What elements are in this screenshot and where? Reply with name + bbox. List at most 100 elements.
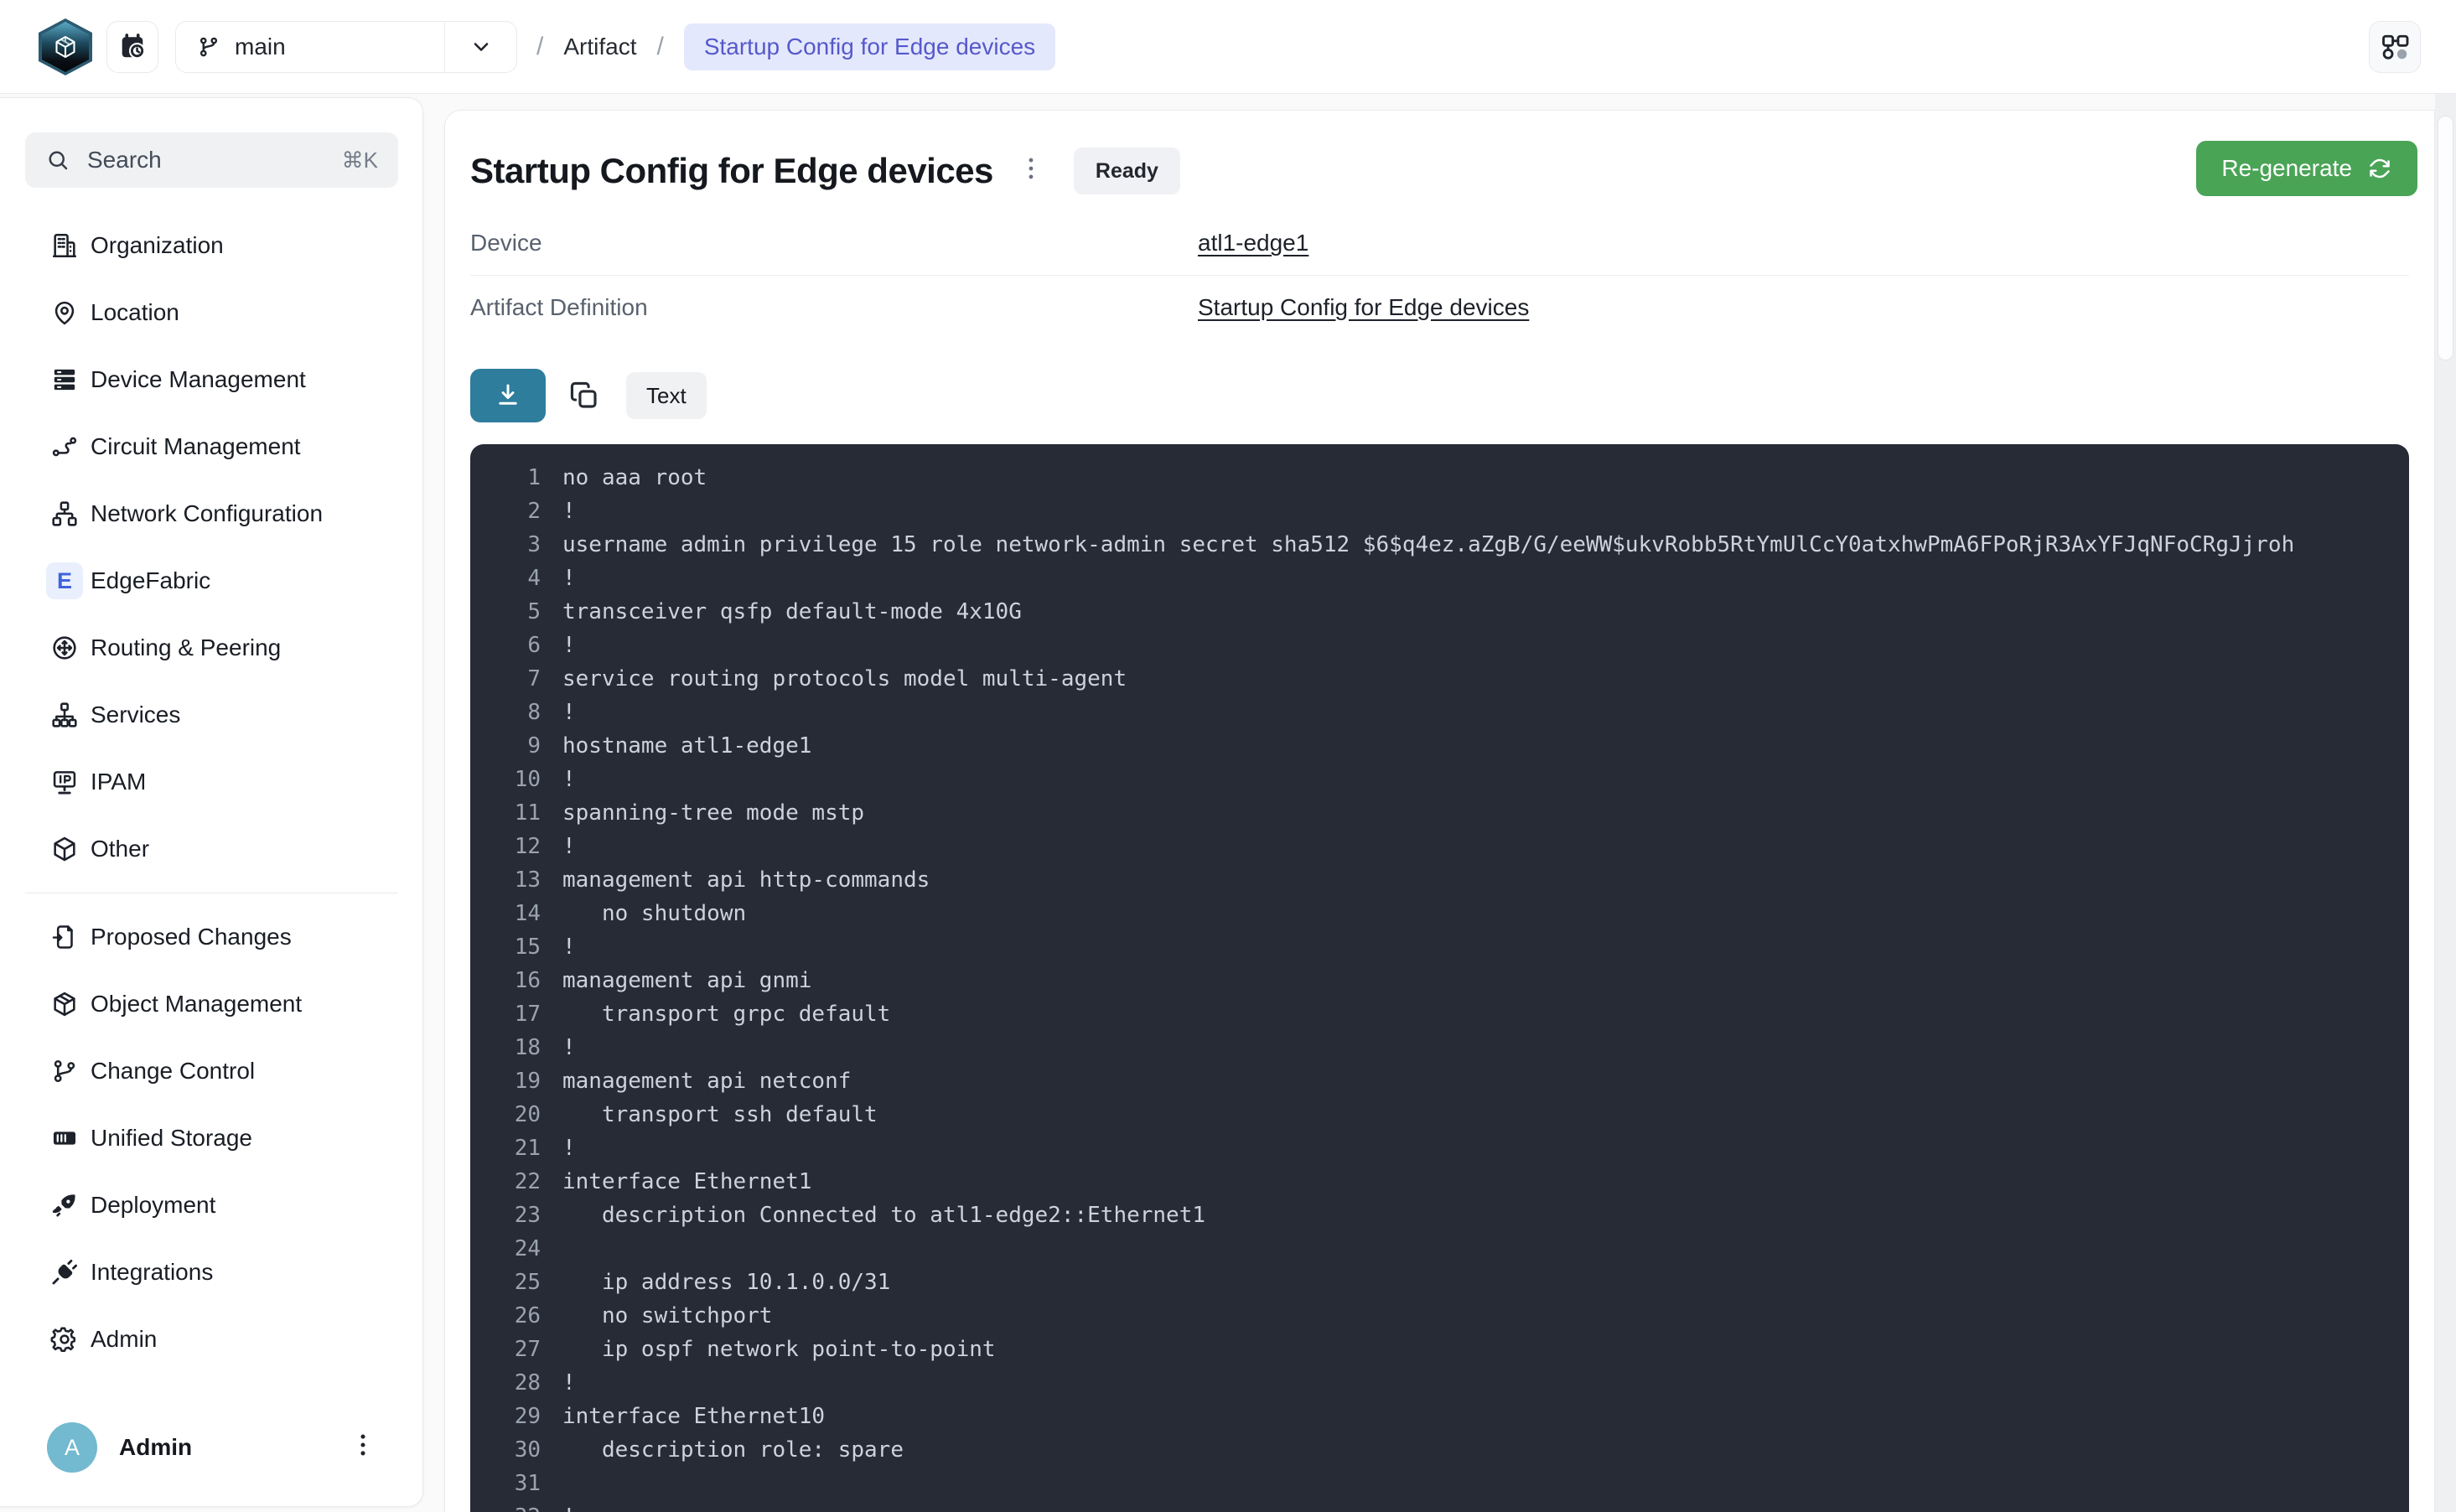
status-badge: Ready: [1074, 148, 1180, 194]
format-toggle-text[interactable]: Text: [626, 372, 707, 419]
circuit-icon: [46, 428, 83, 465]
user-name: Admin: [119, 1434, 192, 1461]
line-number: 16: [494, 964, 541, 997]
copy-button[interactable]: [566, 377, 603, 414]
sidebar-item-proposed-changes[interactable]: Proposed Changes: [0, 904, 422, 971]
line-number: 8: [494, 696, 541, 729]
sidebar-item-edgefabric[interactable]: EEdgeFabric: [0, 547, 422, 614]
field-label: Device: [470, 230, 1198, 256]
user-row[interactable]: A Admin: [0, 1422, 422, 1473]
search-shortcut: ⌘K: [342, 148, 378, 173]
line-text: !: [562, 763, 576, 796]
code-line: 11spanning-tree mode mstp: [494, 796, 2409, 830]
code-panel[interactable]: 1no aaa root2!3username admin privilege …: [470, 444, 2409, 1512]
line-number: 19: [494, 1064, 541, 1098]
page-scrollbar-thumb[interactable]: [2438, 116, 2453, 360]
package-icon: [46, 986, 83, 1023]
line-number: 23: [494, 1199, 541, 1232]
line-number: 24: [494, 1232, 541, 1266]
field-value-link[interactable]: atl1-edge1: [1198, 230, 1308, 256]
code-line: 28!: [494, 1366, 2409, 1400]
line-text: !: [562, 629, 576, 662]
line-number: 3: [494, 528, 541, 562]
calendar-button[interactable]: [106, 21, 158, 73]
line-text: ip ospf network point-to-point: [562, 1333, 996, 1366]
avatar: A: [47, 1422, 97, 1473]
code-line: 6!: [494, 629, 2409, 662]
download-button[interactable]: [470, 369, 546, 422]
code-line: 12!: [494, 830, 2409, 863]
line-number: 26: [494, 1299, 541, 1333]
line-text: management api netconf: [562, 1064, 851, 1098]
sidebar-item-deployment[interactable]: Deployment: [0, 1172, 422, 1239]
page-scrollbar-track[interactable]: [2435, 94, 2456, 1512]
breadcrumb-item-current[interactable]: Startup Config for Edge devices: [684, 23, 1055, 70]
app-logo[interactable]: [39, 18, 92, 75]
line-number: 11: [494, 796, 541, 830]
regenerate-button[interactable]: Re-generate: [2196, 141, 2417, 196]
line-text: no aaa root: [562, 461, 707, 495]
line-number: 15: [494, 930, 541, 964]
breadcrumb-item-artifact[interactable]: Artifact: [563, 34, 636, 60]
sidebar-nav: OrganizationLocation Device Management Cir…: [0, 212, 422, 1373]
breadcrumb-separator: /: [536, 33, 543, 61]
branch-name: main: [235, 34, 286, 60]
user-menu-button[interactable]: [349, 1431, 382, 1464]
plug-icon: [46, 1254, 83, 1291]
sidebar-item-label: IPAM: [91, 769, 146, 795]
line-number: 18: [494, 1031, 541, 1064]
artifact-toolbar: Text: [470, 369, 2409, 422]
sidebar-item-location[interactable]: Location: [0, 279, 422, 346]
code-line: 29interface Ethernet10: [494, 1400, 2409, 1433]
code-line: 15!: [494, 930, 2409, 964]
line-text: !: [562, 495, 576, 528]
sidebar-item-label: Object Management: [91, 991, 302, 1017]
sidebar-item-ipam[interactable]: IPAM: [0, 748, 422, 816]
rocket-icon: [46, 1187, 83, 1224]
code-line: 3username admin privilege 15 role networ…: [494, 528, 2409, 562]
hierarchy-icon: [46, 696, 83, 733]
search-placeholder: Search: [87, 147, 162, 173]
title-menu-button[interactable]: [1017, 154, 1050, 188]
sidebar-item-other[interactable]: Other: [0, 816, 422, 883]
sidebar-item-network-configuration[interactable]: Network Configuration: [0, 480, 422, 547]
refresh-icon: [2367, 156, 2392, 181]
line-text: no switchport: [562, 1299, 772, 1333]
code-line: 7service routing protocols model multi-a…: [494, 662, 2409, 696]
line-text: management api http-commands: [562, 863, 930, 897]
line-number: 1: [494, 461, 541, 495]
line-number: 22: [494, 1165, 541, 1199]
sidebar-item-unified-storage[interactable]: Unified Storage: [0, 1105, 422, 1172]
line-number: 14: [494, 897, 541, 930]
branch-dropdown-toggle[interactable]: [444, 22, 516, 72]
sidebar-item-services[interactable]: Services: [0, 681, 422, 748]
search-input[interactable]: Search ⌘K: [25, 132, 398, 188]
line-text: transceiver qsfp default-mode 4x10G: [562, 595, 1022, 629]
sidebar-item-change-control[interactable]: Change Control: [0, 1038, 422, 1105]
sidebar-item-label: Device Management: [91, 366, 306, 393]
sidebar-item-device-management[interactable]: Device Management: [0, 346, 422, 413]
sidebar-item-object-management[interactable]: Object Management: [0, 971, 422, 1038]
branch-selector[interactable]: main: [175, 21, 517, 73]
line-number: 12: [494, 830, 541, 863]
sidebar-item-label: Integrations: [91, 1259, 213, 1286]
line-text: no shutdown: [562, 897, 746, 930]
sidebar-item-admin[interactable]: Admin: [0, 1306, 422, 1373]
line-text: !: [562, 930, 576, 964]
line-text: interface Ethernet10: [562, 1400, 825, 1433]
line-number: 30: [494, 1433, 541, 1467]
line-text: interface Ethernet1: [562, 1165, 811, 1199]
sidebar-item-routing-peering[interactable]: Routing & Peering: [0, 614, 422, 681]
code-line: 27 ip ospf network point-to-point: [494, 1333, 2409, 1366]
line-number: 6: [494, 629, 541, 662]
sidebar-item-label: Other: [91, 836, 149, 862]
sidebar-item-organization[interactable]: Organization: [0, 212, 422, 279]
sidebar-item-integrations[interactable]: Integrations: [0, 1239, 422, 1306]
sidebar-item-label: Network Configuration: [91, 500, 323, 527]
server-icon: [46, 361, 83, 398]
code-lines: 1no aaa root2!3username admin privilege …: [494, 461, 2409, 1512]
field-value-link[interactable]: Startup Config for Edge devices: [1198, 294, 1529, 321]
sidebar: Search ⌘K OrganizationLocation Device Man…: [0, 97, 423, 1507]
apps-button[interactable]: [2369, 21, 2421, 73]
sidebar-item-circuit-management[interactable]: Circuit Management: [0, 413, 422, 480]
